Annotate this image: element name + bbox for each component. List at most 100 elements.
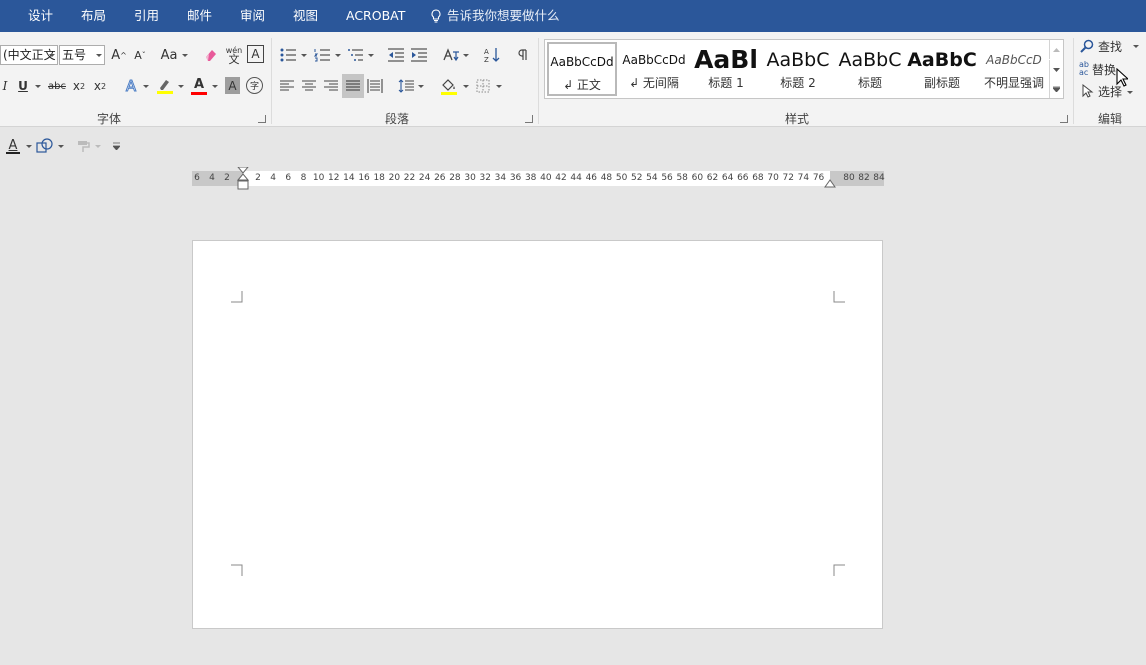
italic-button[interactable]: I [0, 75, 10, 97]
tab-acrobat[interactable]: ACROBAT [346, 0, 405, 32]
ruler-tick-label: 30 [464, 173, 476, 183]
chevron-down-icon [212, 85, 218, 88]
paragraph-dialog-launcher[interactable] [525, 115, 533, 123]
ruler-tick-label: 32 [479, 173, 491, 183]
style-title[interactable]: AaBbC 标题 [835, 42, 905, 96]
ruler-tick-label: 26 [434, 173, 446, 183]
tell-me-text: 告诉我你想要做什么 [447, 8, 560, 23]
indent-marker-icon[interactable] [237, 167, 249, 194]
chinese-layout-icon [443, 48, 459, 62]
ruler-tick-label: 50 [615, 173, 628, 183]
ruler-tick-label: 52 [631, 173, 643, 183]
superscript-button[interactable]: x2 [91, 75, 109, 97]
style-preview: AaBbC [766, 49, 830, 71]
phonetic-guide-button[interactable]: wén 文 [224, 44, 244, 66]
multilevel-list-button[interactable] [345, 44, 365, 66]
eraser-icon [206, 50, 216, 61]
chevron-down-icon [178, 85, 184, 88]
line-spacing-button[interactable] [396, 75, 416, 97]
align-left-button[interactable] [277, 75, 297, 97]
qat-format-painter-button[interactable] [75, 135, 93, 157]
ruler-tick-label: 42 [555, 173, 567, 183]
style-subtle-emphasis[interactable]: AaBbCcD 不明显强调 [979, 42, 1049, 96]
right-indent-marker-icon[interactable] [824, 178, 836, 188]
shading-button[interactable] [438, 75, 460, 97]
change-case-button[interactable]: Aa [158, 44, 180, 66]
distributed-button[interactable] [365, 75, 385, 97]
gallery-scroll-down[interactable] [1049, 60, 1063, 79]
ruler-tick-label: 72 [782, 173, 794, 183]
style-name: ↲ 正文 [563, 78, 601, 92]
chevron-up-icon [1053, 47, 1060, 52]
style-preview: AaBbCcDd [550, 55, 614, 69]
style-normal[interactable]: AaBbCcDd ↲ 正文 [547, 42, 617, 96]
center-icon [302, 80, 316, 91]
ruler-tick-label: 38 [524, 173, 537, 183]
tell-me-box[interactable]: 告诉我你想要做什么 [430, 0, 560, 32]
highlight-button[interactable] [155, 75, 175, 97]
numbering-button[interactable] [312, 44, 332, 66]
qat-shapes-button[interactable] [35, 135, 55, 157]
character-border-button[interactable]: A [247, 45, 264, 63]
ruler-tick-label: 20 [388, 173, 401, 183]
style-name: 标题 2 [780, 76, 816, 90]
customize-qat-button[interactable] [110, 135, 122, 157]
borders-button[interactable] [473, 75, 493, 97]
font-color-button[interactable]: A [189, 75, 209, 97]
find-button[interactable]: 查找 [1080, 36, 1122, 56]
justify-button[interactable] [342, 74, 364, 98]
qat-font-color-button[interactable]: A [4, 135, 22, 157]
font-dialog-launcher[interactable] [258, 115, 266, 123]
decrease-indent-button[interactable] [386, 44, 406, 66]
enclose-characters-button[interactable]: 字 [246, 77, 263, 94]
style-preview: AaBbCcDd [622, 53, 686, 67]
chevron-down-icon [58, 145, 64, 148]
style-heading-2[interactable]: AaBbC 标题 2 [763, 42, 833, 96]
quick-access-toolbar: A [0, 128, 1146, 164]
sort-button[interactable]: AZ [482, 44, 502, 66]
increase-indent-button[interactable] [409, 44, 429, 66]
ruler-tick-label: 68 [752, 173, 764, 183]
chevron-down-icon [26, 145, 32, 148]
show-marks-button[interactable] [512, 44, 532, 66]
underline-button[interactable]: U [14, 75, 32, 97]
bullets-button[interactable] [278, 44, 298, 66]
shrink-font-button[interactable]: Aˇ [131, 44, 149, 66]
replace-button[interactable]: ab ac 替换 [1079, 59, 1116, 79]
gallery-more[interactable] [1049, 79, 1063, 98]
align-right-button[interactable] [321, 75, 341, 97]
center-button[interactable] [299, 75, 319, 97]
numbering-icon [314, 49, 330, 62]
character-shading-button[interactable]: A [225, 77, 240, 94]
grow-font-button[interactable]: A ^ [109, 44, 129, 66]
chevron-down-icon [96, 54, 102, 57]
clear-format-button[interactable] [202, 44, 220, 66]
tab-mailings[interactable]: 邮件 [187, 0, 212, 32]
chinese-layout-button[interactable] [441, 44, 461, 66]
ruler-tick-label: 40 [540, 173, 552, 183]
chevron-down-icon [1127, 91, 1133, 94]
group-divider [1073, 38, 1074, 124]
tab-layout[interactable]: 布局 [81, 0, 106, 32]
highlighter-icon [157, 80, 173, 94]
style-heading-1[interactable]: AaBl 标题 1 [691, 42, 761, 96]
ruler-tick-label: 58 [676, 173, 688, 183]
subscript-button[interactable]: x2 [70, 75, 88, 97]
style-no-spacing[interactable]: AaBbCcDd ↲ 无间隔 [619, 42, 689, 96]
horizontal-ruler[interactable]: 6 4 2 2 4 6 8 10 12 14 16 18 20 22 24 26 28 30 32 34 36 38 40 4… [192, 167, 885, 190]
tab-review[interactable]: 审阅 [240, 0, 265, 32]
shapes-icon [36, 138, 53, 153]
ruler-tick-label: 2 [224, 173, 230, 183]
line-spacing-icon [398, 79, 414, 93]
document-page[interactable] [192, 240, 883, 629]
strikethrough-button[interactable]: abc [46, 75, 68, 97]
tab-design[interactable]: 设计 [28, 0, 53, 32]
styles-dialog-launcher[interactable] [1060, 115, 1068, 123]
style-subtitle[interactable]: AaBbC 副标题 [907, 42, 977, 96]
gallery-scroll-up[interactable] [1049, 40, 1063, 59]
ruler-tick-label: 2 [255, 173, 261, 183]
font-group-label: 字体 [97, 112, 122, 126]
text-effects-button[interactable]: A [122, 75, 140, 97]
tab-references[interactable]: 引用 [134, 0, 159, 32]
tab-view[interactable]: 视图 [293, 0, 318, 32]
